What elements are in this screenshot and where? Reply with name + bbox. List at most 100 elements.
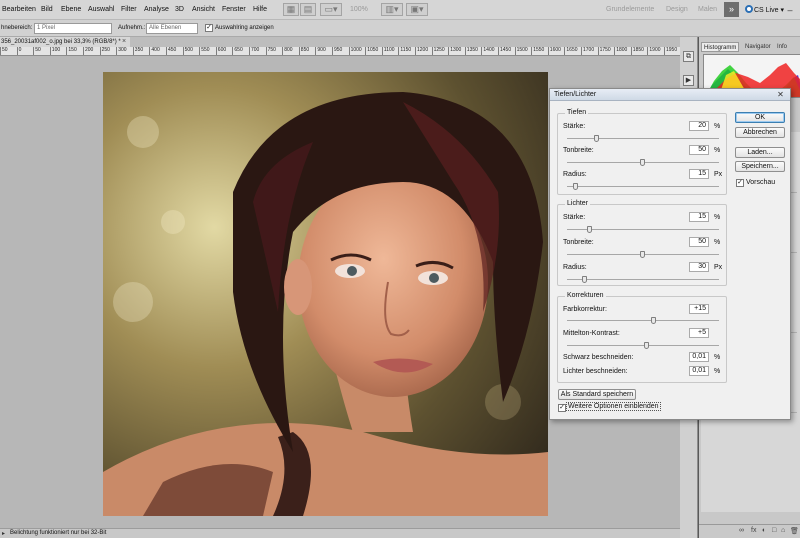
ruler-tick: 750 <box>265 47 276 55</box>
ruler-tick: 950 <box>332 47 342 55</box>
tiefen-radius-track <box>567 186 719 187</box>
ruler-tick: 500 <box>182 47 193 55</box>
more-workspaces-button[interactable]: » <box>724 2 739 17</box>
dialog-title: Tiefen/Lichter <box>554 91 597 98</box>
view-extras-icon[interactable]: ▭▾ <box>320 3 342 16</box>
workspace-design[interactable]: Design <box>666 6 688 13</box>
history-icon[interactable]: ⧉ <box>683 51 694 62</box>
preview-checkbox[interactable]: ✓ <box>736 179 744 187</box>
close-icon[interactable]: ✕ <box>774 90 787 100</box>
ok-button[interactable]: OK <box>735 112 785 123</box>
screen-mode-icon[interactable]: ▣▾ <box>406 3 428 16</box>
load-button[interactable]: Laden... <box>735 147 785 158</box>
group-legend-korrekturen: Korrekturen <box>565 292 606 299</box>
lichter-radius-slider[interactable] <box>582 276 588 283</box>
minimize-button[interactable]: – <box>783 4 797 16</box>
tiefen-tonbreite-slider[interactable] <box>640 159 645 166</box>
ruler-tick: 300 <box>116 47 127 55</box>
workspace-grundelemente[interactable]: Grundelemente <box>606 6 654 13</box>
menu-ansicht[interactable]: Ansicht <box>192 6 215 13</box>
document-tab[interactable]: 356_20031af002_o.jpg bei 33,3% (RGB/8*) … <box>0 37 130 47</box>
fx-icon[interactable]: fx <box>751 527 756 534</box>
lichter-tonbreite-input[interactable]: 50 <box>689 237 709 247</box>
ruler-tick: 1400 <box>481 47 495 55</box>
status-arrow-icon[interactable]: ▸ <box>2 530 5 537</box>
mittelton-kontrast-slider[interactable] <box>643 342 649 349</box>
menu-bearbeiten[interactable]: Bearbeiten <box>2 6 36 13</box>
lichter-tonbreite-unit: % <box>714 239 721 246</box>
menu-hilfe[interactable]: Hilfe <box>253 6 267 13</box>
lichter-tonbreite-label: Tonbreite: <box>563 239 594 246</box>
menu-3d[interactable]: 3D <box>175 6 184 13</box>
menu-fenster[interactable]: Fenster <box>222 6 246 13</box>
farbkorrektur-input[interactable]: +15 <box>689 304 709 314</box>
close-icon[interactable]: × <box>122 37 126 47</box>
zoom-level[interactable]: 100% <box>350 6 368 13</box>
trash-icon[interactable]: 🗑 <box>790 527 799 535</box>
lichter-staerke-input[interactable]: 15 <box>689 212 709 222</box>
tiefen-tonbreite-unit: % <box>714 147 721 154</box>
menu-ebene[interactable]: Ebene <box>61 6 81 13</box>
ruler-tick: 1250 <box>431 47 445 55</box>
document-tab-bar: 356_20031af002_o.jpg bei 33,3% (RGB/8*) … <box>0 37 680 47</box>
lichter-tonbreite-slider[interactable] <box>640 251 645 258</box>
tiefen-staerke-track <box>567 138 719 139</box>
tab-histogramm[interactable]: Histogramm <box>701 42 740 52</box>
actions-icon[interactable]: ▶ <box>683 75 694 86</box>
ruler-tick: 600 <box>215 47 226 55</box>
sample-size-select[interactable]: 1 Pixel <box>34 23 112 34</box>
arrange-documents-icon[interactable]: ▥▾ <box>381 3 403 16</box>
menu-bild[interactable]: Bild <box>41 6 53 13</box>
document-photo[interactable] <box>103 72 548 516</box>
lichter-radius-input[interactable]: 30 <box>689 262 709 272</box>
schwarz-beschneiden-input[interactable]: 0,01 <box>689 352 709 362</box>
cs-live-button[interactable]: CS Live ▾ <box>754 6 784 14</box>
lichter-radius-unit: Px <box>714 264 723 271</box>
ruler-tick: 1750 <box>597 47 611 55</box>
shadows-highlights-dialog: Tiefen/Lichter ✕ Tiefen Stärke: 20 % Ton… <box>549 88 791 420</box>
more-options-checkbox[interactable]: ✓ <box>558 404 566 412</box>
tab-info[interactable]: Info <box>775 42 789 52</box>
folder-icon[interactable]: ⌂ <box>781 527 785 534</box>
grid-icon[interactable]: ▤ <box>300 3 316 16</box>
menu-analyse[interactable]: Analyse <box>144 6 169 13</box>
tab-navigator[interactable]: Navigator <box>743 42 773 52</box>
cs-live-icon <box>745 5 753 13</box>
sample-select[interactable]: Alle Ebenen <box>146 23 198 34</box>
show-ring-checkbox[interactable]: ✓ <box>205 24 213 32</box>
tiefen-staerke-unit: % <box>714 123 721 130</box>
tiefen-radius-unit: Px <box>714 171 723 178</box>
lichter-radius-track <box>567 279 719 280</box>
ruler-tick: 1100 <box>381 47 395 55</box>
tiefen-staerke-input[interactable]: 20 <box>689 121 709 131</box>
ruler-tick: 350 <box>132 47 143 55</box>
lichter-beschneiden-input[interactable]: 0,01 <box>689 366 709 376</box>
ruler-tick: 1950 <box>664 47 677 55</box>
menu-filter[interactable]: Filter <box>121 6 137 13</box>
ruler-tick: 1850 <box>630 47 644 55</box>
lichter-beschneiden-label: Lichter beschneiden: <box>563 368 628 375</box>
tiefen-radius-input[interactable]: 15 <box>689 169 709 179</box>
menu-auswahl[interactable]: Auswahl <box>88 6 114 13</box>
link-icon[interactable]: ∞ <box>739 527 744 534</box>
lichter-staerke-label: Stärke: <box>563 214 586 221</box>
workspace-malen[interactable]: Malen <box>698 6 717 13</box>
ruler-tick: 700 <box>249 47 259 55</box>
status-bar: ▸ Belichtung funktioniert nur bei 32-Bit <box>0 528 680 538</box>
status-text: Belichtung funktioniert nur bei 32-Bit <box>10 530 107 536</box>
options-bar: hnebereich: 1 Pixel Aufnehm.: Alle Ebene… <box>0 20 800 37</box>
ruler-tick: 50 <box>0 47 8 55</box>
tiefen-tonbreite-input[interactable]: 50 <box>689 145 709 155</box>
tiefen-radius-slider[interactable] <box>573 183 579 190</box>
save-button[interactable]: Speichern... <box>735 161 785 172</box>
schwarz-beschneiden-unit: % <box>714 354 721 361</box>
lichter-staerke-slider[interactable] <box>586 226 592 233</box>
save-as-default-button[interactable]: Als Standard speichern <box>558 389 636 400</box>
adjustment-icon[interactable]: ◐ <box>762 527 766 534</box>
new-layer-icon[interactable]: □ <box>772 527 776 534</box>
mittelton-kontrast-input[interactable]: +5 <box>689 328 709 338</box>
cancel-button[interactable]: Abbrechen <box>735 127 785 138</box>
farbkorrektur-track <box>567 320 719 321</box>
dialog-titlebar[interactable]: Tiefen/Lichter ✕ <box>550 89 790 101</box>
frame-icon[interactable]: ▦ <box>283 3 299 16</box>
